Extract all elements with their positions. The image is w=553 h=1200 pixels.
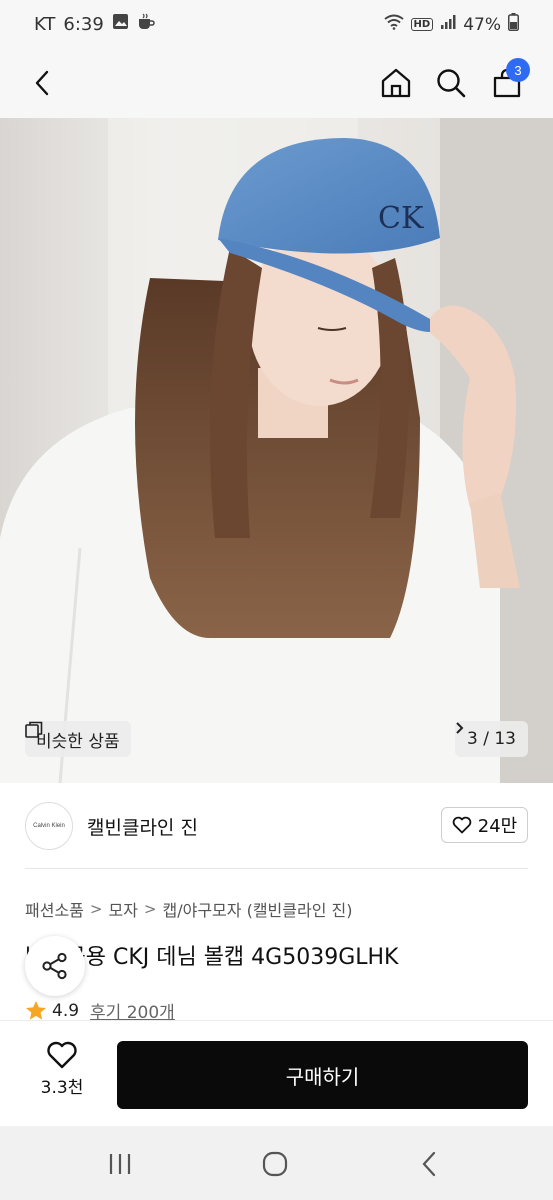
back-button[interactable] [18,58,68,108]
chevron-left-icon [35,70,49,96]
svg-text:CK: CK [378,201,424,236]
brand-logo-text: Calvin Klein [33,823,65,829]
product-image-carousel[interactable]: CK 비슷한 상품 3 / 13 [0,118,553,783]
home-system-button[interactable] [255,1144,295,1184]
clock: 6:39 [63,13,104,35]
heart-icon [452,816,472,834]
chevron-right-icon: > [143,900,157,918]
signal-icon [440,14,456,35]
status-bar: KT 6:39 HD 47% [0,0,553,50]
search-button[interactable] [426,58,476,108]
chevron-right-icon [456,722,464,734]
wifi-icon [383,14,404,35]
divider [25,868,528,869]
similar-products-label: 비슷한 상품 [36,731,120,752]
carrier-label: KT [34,13,56,35]
status-right: HD 47% [383,13,519,36]
recent-apps-button[interactable] [100,1144,140,1184]
gallery-notification-icon [112,13,129,35]
hd-voice-icon: HD [410,18,434,31]
copy-icon [25,721,43,738]
cart-button[interactable]: 3 [482,58,532,108]
breadcrumb: 패션소품 > 모자 > 캡/야구모자 (캘빈클라인 진) [25,897,352,921]
similar-products-button[interactable]: 비슷한 상품 [25,721,131,757]
share-icon [42,952,67,980]
brand-like-count: 24만 [477,816,518,837]
rating-value: 4.9 [52,1000,80,1021]
brand-row[interactable]: Calvin Klein 캘빈클라인 진 24만 [0,783,553,869]
star-icon [26,1001,46,1020]
cart-count-badge: 3 [506,58,530,82]
product-photo: CK [0,118,553,783]
buy-button[interactable]: 구매하기 [117,1041,528,1109]
brand-name[interactable]: 캘빈클라인 진 [87,813,198,840]
system-back-button[interactable] [410,1144,450,1184]
brand-like-button[interactable]: 24만 [441,807,528,843]
battery-percent: 47% [463,14,501,35]
recent-apps-icon [109,1154,131,1174]
status-left: KT 6:39 [34,13,155,35]
share-button[interactable] [25,936,85,996]
wishlist-button[interactable]: 3.3천 [22,1041,102,1111]
breadcrumb-item[interactable]: 캡/야구모자 (캘빈클라인 진) [163,897,353,921]
breadcrumb-item[interactable]: 모자 [108,897,137,921]
page-indicator-label: 3 / 13 [467,729,516,749]
battery-icon [508,13,519,36]
home-circle-icon [262,1151,288,1177]
back-arrow-icon [422,1151,436,1177]
image-page-indicator[interactable]: 3 / 13 [455,721,528,757]
coffee-notification-icon [137,13,155,35]
breadcrumb-item[interactable]: 패션소품 [25,897,84,921]
top-navigation: 3 [0,50,553,118]
home-button[interactable] [371,58,421,108]
search-icon [437,69,466,98]
heart-icon [47,1041,77,1069]
chevron-right-icon: > [89,900,103,918]
bottom-action-bar: 3.3천 구매하기 [0,1020,553,1126]
system-navigation-bar [0,1126,553,1200]
wishlist-count: 3.3천 [40,1078,84,1098]
home-icon [381,68,411,98]
brand-logo[interactable]: Calvin Klein [25,802,73,850]
